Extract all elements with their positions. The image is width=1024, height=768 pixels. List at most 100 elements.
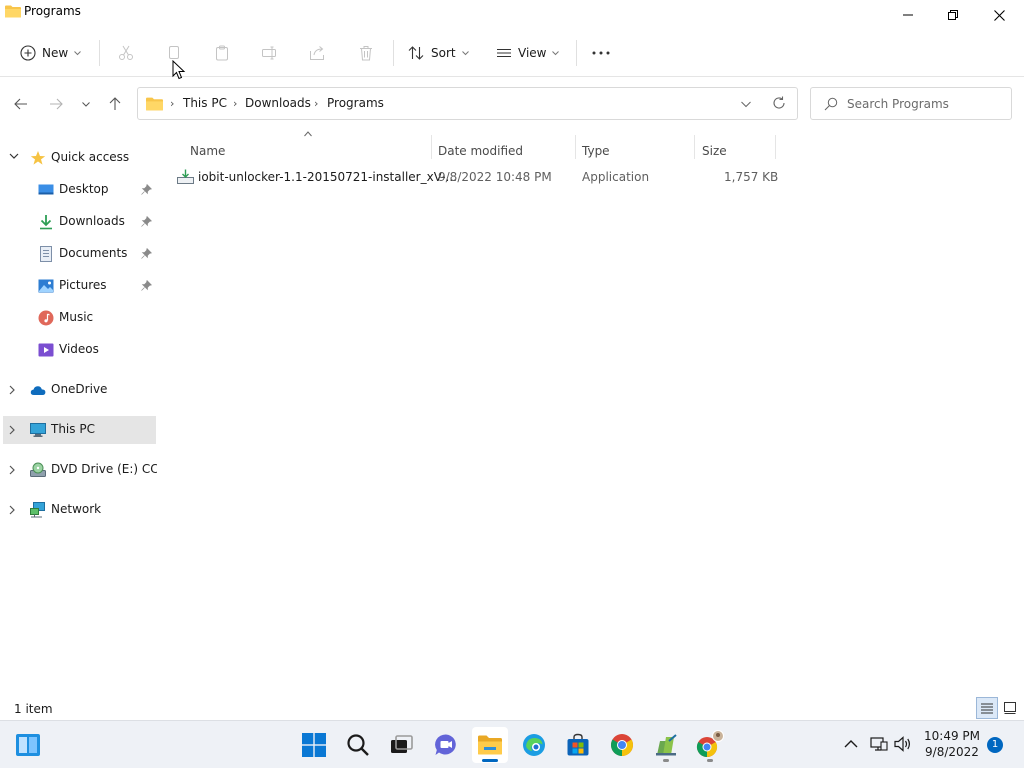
tree-item-music[interactable]: Music xyxy=(3,304,156,332)
clipboard-icon xyxy=(216,45,228,61)
new-button[interactable]: New xyxy=(20,38,82,68)
running-indicator xyxy=(482,759,498,762)
chevron-right-icon[interactable] xyxy=(9,385,16,395)
tree-item-quick-access[interactable]: Quick access xyxy=(3,144,156,172)
column-header-label: Name xyxy=(190,144,226,158)
edge-button[interactable] xyxy=(516,727,552,763)
chevron-down-icon xyxy=(461,50,469,55)
tree-item-documents[interactable]: Documents xyxy=(3,240,156,268)
chevron-right-icon[interactable] xyxy=(9,465,16,475)
arrow-right-icon xyxy=(50,98,63,110)
tree-item-videos[interactable]: Videos xyxy=(3,336,156,364)
start-button[interactable] xyxy=(296,727,332,763)
volume-icon[interactable] xyxy=(894,735,912,753)
cut-button[interactable] xyxy=(118,38,134,68)
chevron-right-icon[interactable] xyxy=(9,505,16,515)
breadcrumb-programs[interactable]: Programs xyxy=(327,96,384,110)
tree-item-downloads[interactable]: Downloads xyxy=(3,208,156,236)
toolbar-divider xyxy=(576,40,577,66)
forward-button[interactable] xyxy=(45,93,67,115)
view-button[interactable]: View xyxy=(496,38,560,68)
computer-icon xyxy=(30,423,46,437)
breadcrumb-downloads[interactable]: Downloads xyxy=(245,96,311,110)
installer-app-button[interactable] xyxy=(648,727,684,763)
tree-item-label: DVD Drive (E:) CCCOMA_X64FRE_EN-US_DV9 xyxy=(51,462,157,476)
search-box[interactable] xyxy=(810,87,1012,120)
chevron-down-icon[interactable] xyxy=(741,97,751,111)
rename-button[interactable] xyxy=(261,38,279,68)
share-button[interactable] xyxy=(309,38,325,68)
pin-icon[interactable] xyxy=(141,248,152,259)
store-button[interactable] xyxy=(560,727,596,763)
large-icons-view-button[interactable] xyxy=(999,697,1021,719)
toolbar-divider xyxy=(393,40,394,66)
minimize-button[interactable] xyxy=(885,0,931,30)
more-options-button[interactable] xyxy=(592,38,610,68)
view-label: View xyxy=(518,46,547,60)
tiles-view-icon xyxy=(1004,702,1016,714)
item-count: 1 item xyxy=(14,702,53,716)
search-button[interactable] xyxy=(340,727,376,763)
pin-icon[interactable] xyxy=(141,184,152,195)
toolbar-divider xyxy=(99,40,100,66)
search-icon xyxy=(824,97,838,111)
chevron-up-icon[interactable] xyxy=(844,739,858,748)
tree-item-desktop[interactable]: Desktop xyxy=(3,176,156,204)
address-bar[interactable]: › This PC › Downloads › Programs xyxy=(137,87,798,120)
tree-item-onedrive[interactable]: OneDrive xyxy=(3,376,156,404)
chevron-right-icon[interactable] xyxy=(9,425,16,435)
column-header-label: Date modified xyxy=(438,144,524,158)
close-button[interactable] xyxy=(976,0,1022,30)
folder-icon xyxy=(5,5,21,18)
breadcrumb-this-pc[interactable]: This PC xyxy=(183,96,227,110)
chat-button[interactable] xyxy=(428,727,464,763)
close-icon xyxy=(993,9,1005,21)
search-icon xyxy=(347,734,369,756)
network-status-icon[interactable] xyxy=(870,735,888,753)
delete-button[interactable] xyxy=(358,38,374,68)
tree-item-this-pc[interactable]: This PC xyxy=(3,416,156,444)
task-view-button[interactable] xyxy=(384,727,420,763)
column-divider[interactable] xyxy=(775,135,776,159)
dvd-drive-icon xyxy=(30,462,46,477)
restore-button[interactable] xyxy=(930,0,976,30)
chrome-button[interactable] xyxy=(604,727,640,763)
file-explorer-taskbar-button[interactable] xyxy=(472,727,508,763)
back-button[interactable] xyxy=(10,93,32,115)
chevron-down-icon[interactable] xyxy=(9,153,19,160)
taskbar: 10:49 PM 9/8/2022 1 xyxy=(0,720,1024,768)
pin-icon[interactable] xyxy=(141,216,152,227)
search-input[interactable] xyxy=(847,95,1007,113)
breadcrumb-separator: › xyxy=(233,97,238,110)
cloud-icon xyxy=(30,386,46,395)
tree-item-pictures[interactable]: Pictures xyxy=(3,272,156,300)
tree-item-network[interactable]: Network xyxy=(3,496,156,524)
chrome-profile-button[interactable] xyxy=(692,727,728,763)
widgets-icon xyxy=(16,734,40,756)
tree-item-dvd-drive[interactable]: DVD Drive (E:) CCCOMA_X64FRE_EN-US_DV9 xyxy=(3,456,157,484)
pin-icon[interactable] xyxy=(141,280,152,291)
widgets-button[interactable] xyxy=(10,727,46,763)
up-button[interactable] xyxy=(104,93,126,115)
file-list: Name Date modified Type Size iobit-unloc… xyxy=(157,131,1024,694)
clock[interactable]: 10:49 PM 9/8/2022 xyxy=(920,728,984,760)
breadcrumb-separator: › xyxy=(314,97,319,110)
table-row[interactable]: iobit-unlocker-1.1-20150721-installer_xV… xyxy=(172,161,778,191)
tree-item-label: Pictures xyxy=(59,278,107,292)
task-view-icon xyxy=(391,735,413,753)
details-view-button[interactable] xyxy=(976,697,998,719)
paste-button[interactable] xyxy=(214,38,230,68)
refresh-icon[interactable] xyxy=(772,96,786,110)
plus-circle-icon xyxy=(20,45,36,61)
tree-item-label: This PC xyxy=(51,422,95,436)
tree-item-label: Downloads xyxy=(59,214,125,228)
column-header-label: Type xyxy=(582,144,610,158)
chat-icon xyxy=(435,734,456,755)
sort-button[interactable]: Sort xyxy=(408,38,469,68)
file-date: 9/8/2022 10:48 PM xyxy=(438,170,552,184)
status-bar: 1 item xyxy=(0,694,1024,720)
file-name: iobit-unlocker-1.1-20150721-installer_xV… xyxy=(198,170,457,184)
recent-locations-button[interactable] xyxy=(75,93,97,115)
column-header-label: Size xyxy=(702,144,727,158)
notification-badge[interactable]: 1 xyxy=(987,737,1003,753)
